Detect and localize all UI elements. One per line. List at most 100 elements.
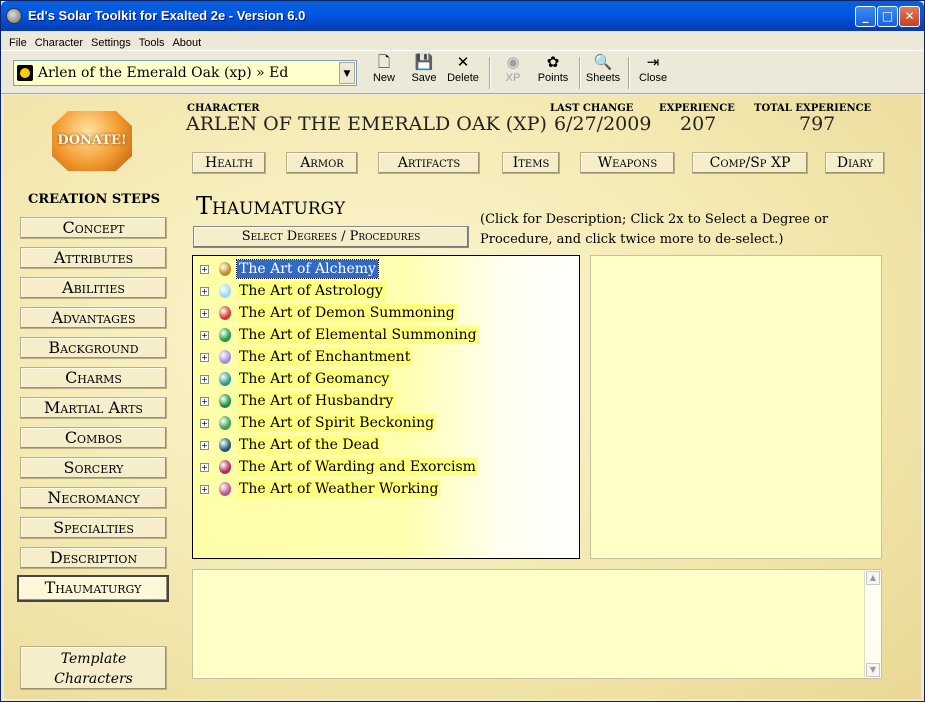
tree-node-label[interactable]: The Art of Elemental Summoning xyxy=(237,326,479,344)
tree-node[interactable]: + The Art of Elemental Summoning xyxy=(193,325,573,345)
xp-button[interactable]: ◉ XP xyxy=(501,54,525,92)
step-combos[interactable]: Combos xyxy=(20,427,167,449)
sheets-button-label: Sheets xyxy=(585,72,621,84)
expand-icon[interactable]: + xyxy=(200,397,209,406)
points-button-label: Points xyxy=(537,72,569,84)
tree-node[interactable]: + The Art of Warding and Exorcism xyxy=(193,457,573,477)
maximize-button[interactable]: □ xyxy=(877,6,898,27)
gem-icon xyxy=(219,372,231,386)
step-attributes[interactable]: Attributes xyxy=(20,247,167,269)
description-scrollbar[interactable]: ▲ ▼ xyxy=(864,570,881,678)
step-necromancy[interactable]: Necromancy xyxy=(20,487,167,509)
expand-icon[interactable]: + xyxy=(200,331,209,340)
step-specialties[interactable]: Specialties xyxy=(20,517,167,539)
step-advantages[interactable]: Advantages xyxy=(20,307,167,329)
degree-detail-panel[interactable] xyxy=(590,255,882,559)
menu-character[interactable]: Character xyxy=(31,35,87,51)
step-concept[interactable]: Concept xyxy=(20,217,167,239)
template-characters-button[interactable]: Template Characters xyxy=(20,646,167,690)
delete-icon: ✕ xyxy=(456,54,470,71)
expand-icon[interactable]: + xyxy=(200,375,209,384)
nav-armor[interactable]: Armor xyxy=(286,152,358,174)
sheets-button[interactable]: 🔍 Sheets xyxy=(584,54,622,92)
step-charms[interactable]: Charms xyxy=(20,367,167,389)
tree-node-label[interactable]: The Art of Husbandry xyxy=(237,392,396,410)
new-button[interactable]: 🗋 New xyxy=(370,54,398,92)
tree-node-label[interactable]: The Art of Enchantment xyxy=(237,348,413,366)
description-box[interactable]: ▲ ▼ xyxy=(192,569,882,679)
step-thaumaturgy[interactable]: Thaumaturgy xyxy=(17,575,169,602)
menu-bar: File Character Settings Tools About xyxy=(1,31,924,49)
menu-tools[interactable]: Tools xyxy=(135,35,169,51)
xp-button-label: XP xyxy=(505,72,521,84)
expand-icon[interactable]: + xyxy=(200,353,209,362)
nav-health[interactable]: Health xyxy=(192,152,266,174)
nav-items[interactable]: Items xyxy=(502,152,560,174)
toolbar: Arlen of the Emerald Oak (xp) » Ed ▼ 🗋 N… xyxy=(1,50,924,94)
xp-icon: ◉ xyxy=(506,54,520,71)
tree-node[interactable]: + The Art of Husbandry xyxy=(193,391,573,411)
tree-node[interactable]: + The Art of Enchantment xyxy=(193,347,573,367)
points-icon: ✿ xyxy=(546,54,560,71)
chevron-down-icon[interactable]: ▼ xyxy=(339,62,355,84)
tree-node[interactable]: + The Art of Geomancy xyxy=(193,369,573,389)
main-panel: DONATE! CHARACTER ARLEN OF THE EMERALD O… xyxy=(4,95,921,699)
tree-node[interactable]: + The Art of Demon Summoning xyxy=(193,303,573,323)
tree-node-label[interactable]: The Art of Geomancy xyxy=(237,370,392,388)
gem-icon xyxy=(219,482,231,496)
experience-value: 207 xyxy=(680,113,717,135)
close-window-button[interactable]: ✕ xyxy=(899,6,920,27)
expand-icon[interactable]: + xyxy=(200,309,209,318)
exit-icon: ⇥ xyxy=(646,54,660,71)
step-background[interactable]: Background xyxy=(20,337,167,359)
tree-node-label[interactable]: The Art of Astrology xyxy=(237,282,385,300)
scroll-up-icon[interactable]: ▲ xyxy=(866,571,880,585)
tree-node-label[interactable]: The Art of Demon Summoning xyxy=(237,304,457,322)
menu-settings[interactable]: Settings xyxy=(87,35,135,51)
tree-node[interactable]: + The Art of the Dead xyxy=(193,435,573,455)
tree-node-label[interactable]: The Art of Spirit Beckoning xyxy=(237,414,437,432)
menu-about[interactable]: About xyxy=(168,35,205,51)
gem-icon xyxy=(219,350,231,364)
expand-icon[interactable]: + xyxy=(200,485,209,494)
close-button[interactable]: ⇥ Close xyxy=(638,54,668,92)
tree-node[interactable]: + The Art of Weather Working xyxy=(193,479,573,499)
expand-icon[interactable]: + xyxy=(200,463,209,472)
delete-button[interactable]: ✕ Delete xyxy=(445,54,481,92)
tree-node[interactable]: + The Art of Alchemy xyxy=(193,259,573,279)
gem-icon xyxy=(219,284,231,298)
expand-icon[interactable]: + xyxy=(200,265,209,274)
character-select[interactable]: Arlen of the Emerald Oak (xp) » Ed ▼ xyxy=(13,60,357,86)
expand-icon[interactable]: + xyxy=(200,441,209,450)
tree-node-label[interactable]: The Art of Alchemy xyxy=(236,259,379,279)
nav-artifacts[interactable]: Artifacts xyxy=(378,152,480,174)
toolbar-separator xyxy=(628,57,630,89)
tree-node[interactable]: + The Art of Spirit Beckoning xyxy=(193,413,573,433)
step-description[interactable]: Description xyxy=(20,547,167,569)
save-button[interactable]: 💾 Save xyxy=(409,54,439,92)
thaumaturgy-tree[interactable]: + The Art of Alchemy + The Art of Astrology… xyxy=(192,255,580,559)
nav-comp-sp-xp[interactable]: Comp/Sp XP xyxy=(692,152,808,174)
tree-node-label[interactable]: The Art of Weather Working xyxy=(237,480,441,498)
expand-icon[interactable]: + xyxy=(200,419,209,428)
toolbar-separator xyxy=(579,57,581,89)
tree-node-label[interactable]: The Art of the Dead xyxy=(237,436,382,454)
minimize-button[interactable]: _ xyxy=(855,6,876,27)
select-degrees-button[interactable]: Select Degrees / Procedures xyxy=(193,226,469,248)
menu-file[interactable]: File xyxy=(5,35,31,51)
step-sorcery[interactable]: Sorcery xyxy=(20,457,167,479)
donate-button[interactable]: DONATE! xyxy=(52,111,132,171)
step-martial-arts[interactable]: Martial Arts xyxy=(20,397,167,419)
nav-weapons[interactable]: Weapons xyxy=(580,152,675,174)
step-abilities[interactable]: Abilities xyxy=(20,277,167,299)
tree-node-label[interactable]: The Art of Warding and Exorcism xyxy=(237,458,478,476)
scroll-down-icon[interactable]: ▼ xyxy=(866,663,880,677)
gem-icon xyxy=(219,328,231,342)
expand-icon[interactable]: + xyxy=(200,287,209,296)
delete-button-label: Delete xyxy=(447,72,479,84)
title-bar[interactable]: Ed's Solar Toolkit for Exalted 2e - Vers… xyxy=(1,1,924,31)
points-button[interactable]: ✿ Points xyxy=(536,54,570,92)
tree-node[interactable]: + The Art of Astrology xyxy=(193,281,573,301)
nav-diary[interactable]: Diary xyxy=(825,152,885,174)
toolbar-separator xyxy=(489,57,491,89)
